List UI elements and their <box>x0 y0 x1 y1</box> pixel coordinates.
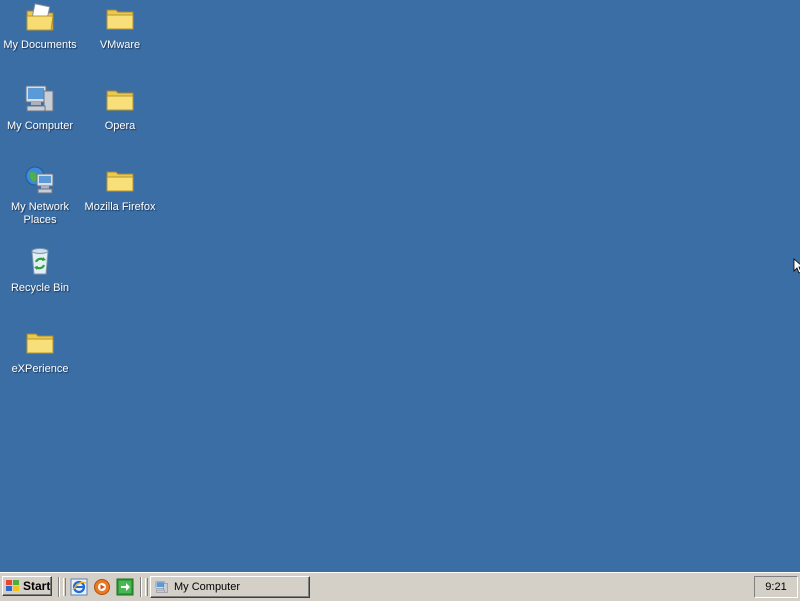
desktop-icon-my-computer[interactable]: My Computer <box>0 81 80 153</box>
network-places-icon <box>25 166 54 194</box>
my-computer-icon <box>25 85 54 112</box>
recycle-bin-icon <box>31 248 49 275</box>
desktop-icon-recycle-bin[interactable]: Recycle Bin <box>0 243 80 315</box>
taskbar-separator <box>140 577 142 597</box>
internet-explorer-icon[interactable] <box>70 578 88 596</box>
desktop-icon-label: My Network Places <box>10 201 70 226</box>
folder-icon <box>106 90 134 111</box>
desktop-icon-my-network-places[interactable]: My Network Places <box>0 162 80 234</box>
taskbar-button-label: My Computer <box>174 581 241 593</box>
desktop-icon-label: Mozilla Firefox <box>84 201 156 213</box>
windows-logo-icon <box>6 580 19 591</box>
taskbar-grip[interactable] <box>145 578 148 596</box>
show-desktop-icon[interactable] <box>116 578 134 596</box>
desktop-icon-label: My Documents <box>3 39 77 51</box>
folder-icon <box>106 9 134 30</box>
system-tray: 9:21 <box>754 576 798 598</box>
desktop-icon-label: eXPerience <box>11 363 69 375</box>
folder-icon <box>26 333 54 354</box>
quick-launch-grip[interactable] <box>63 578 66 596</box>
desktop-icon-mozilla-firefox[interactable]: Mozilla Firefox <box>80 162 160 234</box>
desktop-icon-label: Opera <box>104 120 136 132</box>
start-button[interactable]: Start <box>2 576 52 596</box>
taskbar-separator <box>58 577 60 597</box>
desktop[interactable]: My Documents VMware My Computer Opera My… <box>0 0 800 572</box>
desktop-icon-label: My Computer <box>6 120 74 132</box>
my-documents-icon <box>26 3 54 31</box>
desktop-icon-experience[interactable]: eXPerience <box>0 324 80 396</box>
desktop-icon-opera[interactable]: Opera <box>80 81 160 153</box>
mouse-cursor-icon <box>793 258 800 274</box>
folder-icon <box>106 171 134 192</box>
desktop-icon-vmware[interactable]: VMware <box>80 0 160 72</box>
desktop-icon-my-documents[interactable]: My Documents <box>0 0 80 72</box>
desktop-icon-label: Recycle Bin <box>10 282 70 294</box>
start-label: Start <box>23 579 51 593</box>
taskbar-button-my-computer[interactable]: My Computer <box>150 576 310 598</box>
desktop-icon-label: VMware <box>99 39 141 51</box>
clock[interactable]: 9:21 <box>765 581 786 593</box>
taskbar: Start My Computer 9:21 <box>0 572 800 601</box>
media-player-icon[interactable] <box>93 578 111 596</box>
my-computer-icon <box>155 581 168 593</box>
